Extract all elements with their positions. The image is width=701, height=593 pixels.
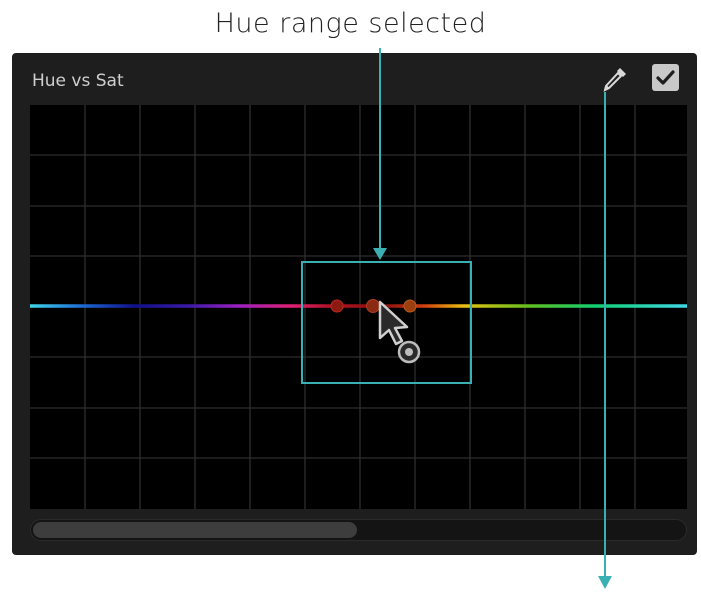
callout-arrowhead-2 xyxy=(598,576,612,589)
callout-arrowhead xyxy=(373,248,387,260)
overlay-layer xyxy=(30,48,687,589)
control-point xyxy=(403,299,417,313)
control-point xyxy=(330,299,344,313)
control-point xyxy=(366,299,380,313)
